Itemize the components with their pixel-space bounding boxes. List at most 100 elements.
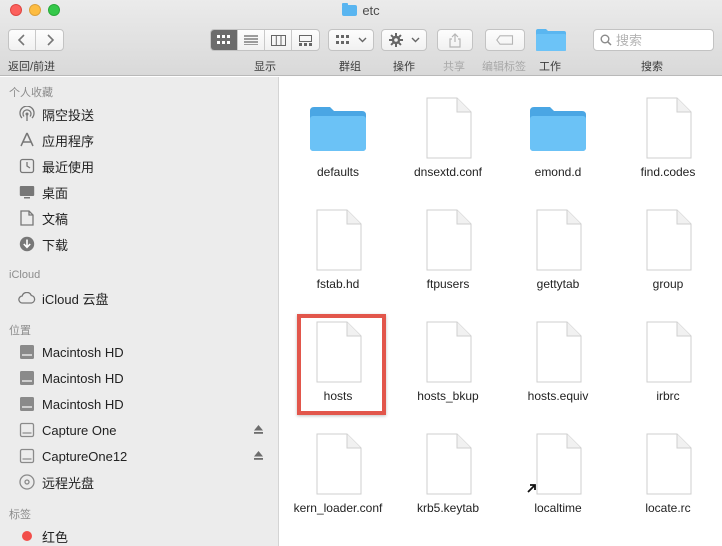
edit-tags-label: 编辑标签: [482, 61, 526, 73]
disk-icon: [18, 395, 36, 413]
red-tag-dot-icon: [18, 527, 36, 545]
sidebar-item-documents[interactable]: 文稿: [18, 207, 270, 229]
file-item-irbrc[interactable]: irbrc: [613, 321, 722, 403]
document-icon: [426, 321, 472, 383]
list-icon: [244, 35, 258, 45]
share-icon: [449, 32, 461, 48]
document-icon: [426, 97, 472, 159]
action-label: 操作: [393, 61, 415, 73]
folder-icon: [310, 107, 366, 151]
document-icon: [536, 321, 582, 383]
external-disk-icon: [18, 447, 36, 465]
forward-button[interactable]: [36, 30, 63, 50]
sidebar-item-label: CaptureOne12: [42, 448, 128, 464]
sidebar-item-downloads[interactable]: 下载: [18, 233, 270, 255]
airdrop-icon: [18, 105, 36, 123]
file-name: dnsextd.conf: [413, 165, 483, 179]
group-button[interactable]: [328, 29, 374, 51]
column-view-button[interactable]: [265, 30, 292, 50]
sidebar-item-label: Capture One: [42, 422, 117, 438]
file-item-locate-rc[interactable]: locate.rc: [613, 433, 722, 515]
group-label: 群组: [339, 61, 361, 73]
chevron-left-icon: [17, 34, 25, 46]
document-icon: [646, 321, 692, 383]
applications-icon: [18, 131, 36, 149]
sidebar-item-label: iCloud 云盘: [42, 291, 109, 307]
back-forward-label: 返回/前进: [8, 61, 56, 73]
file-name: emond.d: [534, 165, 582, 179]
folder-icon: [536, 29, 566, 51]
document-icon: [646, 433, 692, 495]
search-field[interactable]: [593, 29, 714, 51]
recents-icon: [18, 157, 36, 175]
disk-icon: [18, 343, 36, 361]
grid-icon: [217, 35, 230, 44]
file-item-defaults[interactable]: defaults: [283, 97, 393, 179]
sidebar-item-applications[interactable]: 应用程序: [18, 129, 270, 151]
file-item-gettytab[interactable]: gettytab: [503, 209, 613, 291]
sidebar-item-desktop[interactable]: 桌面: [18, 181, 270, 203]
tags-section-title: 标签: [9, 509, 31, 521]
file-name: localtime: [534, 501, 582, 515]
document-icon: [316, 209, 362, 271]
document-icon: [536, 433, 582, 495]
file-name: irbrc: [656, 389, 680, 403]
sidebar-item-label: 下载: [42, 237, 69, 253]
edit-tags-button[interactable]: [485, 29, 525, 51]
work-folder-button[interactable]: [535, 28, 567, 52]
list-view-button[interactable]: [238, 30, 265, 50]
action-button[interactable]: [381, 29, 427, 51]
sidebar-item-label: 最近使用: [42, 159, 95, 175]
file-item-hosts-bkup[interactable]: hosts_bkup: [393, 321, 503, 403]
sidebar-item-icloud-drive[interactable]: iCloud 云盘: [18, 287, 270, 309]
view-label: 显示: [254, 61, 276, 73]
gear-icon: [388, 33, 403, 47]
file-item-group[interactable]: group: [613, 209, 722, 291]
document-icon: [426, 433, 472, 495]
work-label: 工作: [539, 61, 561, 73]
file-item-emond-d[interactable]: emond.d: [503, 97, 613, 179]
icon-view-button[interactable]: [211, 30, 238, 50]
icloud-section-title: iCloud: [9, 269, 41, 281]
view-mode-control: [210, 29, 320, 51]
sidebar-item-macintosh-hd-1[interactable]: Macintosh HD: [18, 341, 270, 363]
file-name: defaults: [316, 165, 360, 179]
folder-icon: [530, 107, 586, 151]
external-disk-icon: [18, 421, 36, 439]
sidebar-item-label: Macintosh HD: [42, 344, 124, 360]
search-icon: [600, 34, 612, 46]
tag-icon: [496, 35, 514, 45]
share-button[interactable]: [437, 29, 473, 51]
sidebar-item-label: Macintosh HD: [42, 396, 124, 412]
document-icon: [646, 97, 692, 159]
sidebar-item-capture-one[interactable]: Capture One: [18, 419, 270, 441]
back-button[interactable]: [9, 30, 36, 50]
search-input[interactable]: [616, 32, 706, 48]
file-item-krb5-keytab[interactable]: krb5.keytab: [393, 433, 503, 515]
file-item-fstab-hd[interactable]: fstab.hd: [283, 209, 393, 291]
file-item-dnsextd-conf[interactable]: dnsextd.conf: [393, 97, 503, 179]
sidebar-item-tag-red[interactable]: 红色: [18, 525, 270, 546]
file-item-hosts-equiv[interactable]: hosts.equiv: [503, 321, 613, 403]
file-item-kern-loader-conf[interactable]: kern_loader.conf: [283, 433, 393, 515]
file-name: kern_loader.conf: [293, 501, 383, 515]
gallery-view-button[interactable]: [292, 30, 319, 50]
sidebar-item-recents[interactable]: 最近使用: [18, 155, 270, 177]
sidebar-item-macintosh-hd-2[interactable]: Macintosh HD: [18, 367, 270, 389]
eject-icon[interactable]: [253, 424, 264, 435]
sidebar-item-remote-disc[interactable]: 远程光盘: [18, 471, 270, 493]
cloud-icon: [18, 289, 36, 307]
columns-icon: [270, 34, 286, 46]
file-name: ftpusers: [426, 277, 470, 291]
file-name: gettytab: [536, 277, 580, 291]
file-item-find-codes[interactable]: find.codes: [613, 97, 722, 179]
sidebar-item-label: 文稿: [42, 211, 69, 227]
sidebar-item-captureone12[interactable]: CaptureOne12: [18, 445, 270, 467]
sidebar-item-airdrop[interactable]: 隔空投送: [18, 103, 270, 125]
file-item-localtime[interactable]: localtime: [503, 433, 613, 515]
eject-icon[interactable]: [253, 450, 264, 461]
documents-icon: [18, 209, 36, 227]
file-item-ftpusers[interactable]: ftpusers: [393, 209, 503, 291]
sidebar-item-macintosh-hd-3[interactable]: Macintosh HD: [18, 393, 270, 415]
gallery-icon: [299, 34, 312, 46]
